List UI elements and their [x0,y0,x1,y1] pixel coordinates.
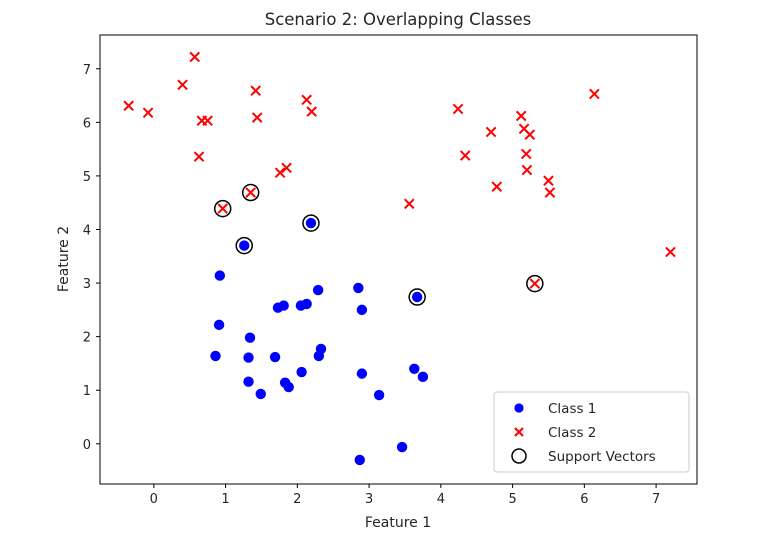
y-axis-label: Feature 2 [56,226,72,292]
class-2-point [491,181,503,192]
class-2-point [306,106,317,117]
x-tick-label: 7 [652,492,660,507]
legend: Class 1 Class 2 Support Vectors [493,391,690,473]
class-2-point [543,175,554,187]
class-2-point [189,51,201,63]
class-2-point [459,150,471,161]
class-1-point [210,350,221,362]
legend-label: Class 1 [548,401,596,417]
class-1-point [243,352,254,363]
class-1-point [296,366,307,378]
class-2-point [123,100,135,112]
y-tick-label: 3 [83,277,91,292]
class-2-point [515,110,527,122]
class-2-point [193,151,205,162]
class-2-point [529,278,541,289]
x-axis-label: Feature 1 [365,515,431,531]
y-tick-label: 0 [83,438,91,453]
class-2-point [202,115,213,127]
y-tick-label: 1 [83,384,91,399]
class-2-point [521,164,533,176]
y-tick-label: 7 [83,63,91,78]
class-1-point [356,368,368,379]
scatter-chart: Scenario 2: Overlapping Classes 0 1 2 3 4 5 6 7… [56,10,698,531]
class-2-point [251,112,263,123]
class-1-point [239,240,250,251]
class-1-point [244,332,256,343]
class-2-point [520,148,532,160]
class-2-point [452,103,464,115]
class-2-point [217,203,229,214]
legend-label: Class 2 [548,425,596,441]
class-2-point [245,187,256,198]
class-2-point [274,167,286,179]
class-1-point [213,319,225,331]
class-1-point [269,351,281,363]
class-2-point [281,162,292,174]
class-2-point [589,88,600,100]
class-1-point [301,298,312,310]
class-1-point [417,371,429,383]
class-1-point [356,304,368,316]
class-1-point [353,282,364,294]
x-tick-label: 0 [150,492,158,507]
class-2-point [301,94,312,106]
x-tick-label: 5 [508,492,516,507]
class-2-point [524,129,536,140]
x-tick-label: 1 [221,492,229,507]
class-1-point [411,291,423,303]
class-1-point [283,381,294,393]
class-2-point [485,126,497,138]
y-tick-label: 5 [83,170,91,185]
y-tick-label: 2 [83,331,91,346]
series-support-vectors [213,183,544,306]
class-2-point [544,187,556,198]
class-2-point [177,79,188,91]
class-1-point [373,389,385,401]
series-class-2 [123,51,676,289]
class-2-point [403,198,415,210]
legend-circle-filled-icon [514,403,524,413]
class-2-point [142,107,154,118]
class-2-point [250,85,262,97]
chart-title: Scenario 2: Overlapping Classes [265,10,532,29]
x-tick-label: 3 [365,492,373,507]
class-1-point [243,376,254,387]
class-1-point [278,300,289,311]
legend-label: Support Vectors [548,449,656,465]
class-1-point [409,363,420,375]
x-tick-label: 6 [580,492,588,507]
class-1-point [354,454,365,466]
y-tick-label: 4 [83,223,91,238]
class-1-point [312,284,324,296]
class-1-point [255,388,266,400]
class-1-point [214,270,226,281]
x-tick-label: 4 [437,492,445,507]
series-class-1 [210,217,429,466]
class-1-point [396,441,408,453]
y-tick-label: 6 [83,116,91,131]
x-tick-label: 2 [293,492,301,507]
class-2-point [665,246,676,258]
class-1-point [305,217,317,229]
class-1-point [313,350,325,362]
